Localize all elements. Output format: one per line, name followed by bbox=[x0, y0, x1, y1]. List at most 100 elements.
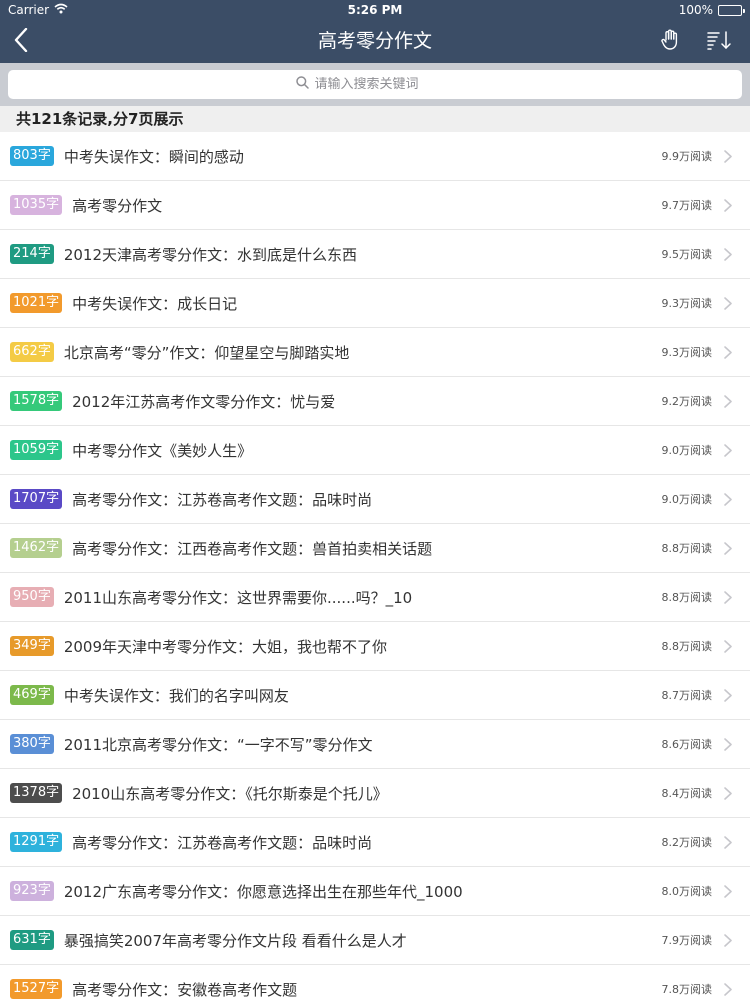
chevron-right-icon bbox=[724, 345, 736, 359]
chevron-right-icon bbox=[724, 982, 736, 996]
carrier-label: Carrier bbox=[8, 3, 50, 17]
read-count: 9.3万阅读 bbox=[661, 297, 713, 310]
essay-title: 高考零分作文 bbox=[72, 196, 163, 215]
word-count-badge: 1291字 bbox=[10, 832, 63, 852]
essay-title: 中考失误作文：瞬间的感动 bbox=[63, 147, 244, 166]
list-item[interactable]: 349字 2009年天津中考零分作文：大姐，我也帮不了你 8.8万阅读 bbox=[0, 622, 750, 671]
list-item[interactable]: 380字 2011北京高考零分作文：“一字不写”零分作文 8.6万阅读 bbox=[0, 720, 750, 769]
chevron-right-icon bbox=[724, 149, 736, 163]
essay-title: 2009年天津中考零分作文：大姐，我也帮不了你 bbox=[63, 637, 388, 656]
list-item[interactable]: 1578字 2012年江苏高考作文零分作文：忧与爱 9.2万阅读 bbox=[0, 377, 750, 426]
list-item[interactable]: 1527字 高考零分作文：安徽卷高考作文题 7.8万阅读 bbox=[0, 965, 750, 1000]
list-item[interactable]: 1035字 高考零分作文 9.7万阅读 bbox=[0, 181, 750, 230]
read-count: 8.6万阅读 bbox=[661, 738, 713, 751]
word-count-badge: 1462字 bbox=[10, 538, 63, 558]
list-item[interactable]: 631字 暴强搞笑2007年高考零分作文片段 看看什么是人才 7.9万阅读 bbox=[0, 916, 750, 965]
word-count-badge: 1035字 bbox=[10, 195, 63, 215]
essay-title: 2011山东高考零分作文：这世界需要你......吗？_10 bbox=[63, 588, 413, 607]
read-count: 8.2万阅读 bbox=[661, 836, 713, 849]
chevron-right-icon bbox=[724, 394, 736, 408]
status-right: 100% bbox=[678, 3, 745, 17]
battery-percent: 100% bbox=[678, 3, 713, 17]
read-count: 9.5万阅读 bbox=[661, 248, 713, 261]
chevron-right-icon bbox=[724, 737, 736, 751]
wifi-icon bbox=[54, 3, 68, 17]
read-count: 9.0万阅读 bbox=[661, 444, 713, 457]
word-count-badge: 1707字 bbox=[10, 489, 63, 509]
word-count-badge: 1378字 bbox=[10, 783, 63, 803]
record-summary: 共121条记录,分7页展示 bbox=[0, 106, 750, 132]
list-item[interactable]: 803字 中考失误作文：瞬间的感动 9.9万阅读 bbox=[0, 132, 750, 181]
chevron-right-icon bbox=[724, 443, 736, 457]
back-button[interactable] bbox=[14, 26, 50, 58]
word-count-badge: 923字 bbox=[10, 881, 54, 901]
word-count-badge: 469字 bbox=[10, 685, 54, 705]
battery-icon bbox=[718, 4, 745, 16]
essay-title: 暴强搞笑2007年高考零分作文片段 看看什么是人才 bbox=[63, 931, 407, 950]
hand-icon bbox=[660, 29, 680, 55]
read-count: 8.8万阅读 bbox=[661, 542, 713, 555]
list-item[interactable]: 1291字 高考零分作文：江苏卷高考作文题：品味时尚 8.2万阅读 bbox=[0, 818, 750, 867]
read-count: 8.0万阅读 bbox=[661, 885, 713, 898]
word-count-badge: 1059字 bbox=[10, 440, 63, 460]
chevron-right-icon bbox=[724, 590, 736, 604]
sort-icon bbox=[707, 30, 733, 54]
hand-button[interactable] bbox=[654, 26, 686, 58]
list-item[interactable]: 923字 2012广东高考零分作文：你愿意选择出生在那些年代_1000 8.0万阅读 bbox=[0, 867, 750, 916]
navigation-bar: 高考零分作文 bbox=[0, 20, 750, 63]
read-count: 8.8万阅读 bbox=[661, 591, 713, 604]
search-icon bbox=[295, 76, 309, 93]
essay-title: 北京高考“零分”作文：仰望星空与脚踏实地 bbox=[63, 343, 350, 362]
read-count: 8.8万阅读 bbox=[661, 640, 713, 653]
chevron-right-icon bbox=[724, 639, 736, 653]
essay-title: 高考零分作文：江西卷高考作文题：兽首拍卖相关话题 bbox=[72, 539, 433, 558]
read-count: 9.2万阅读 bbox=[661, 395, 713, 408]
search-box[interactable] bbox=[8, 70, 742, 99]
word-count-badge: 214字 bbox=[10, 244, 54, 264]
essay-title: 高考零分作文：江苏卷高考作文题：品味时尚 bbox=[72, 490, 373, 509]
read-count: 9.9万阅读 bbox=[661, 150, 713, 163]
read-count: 9.3万阅读 bbox=[661, 346, 713, 359]
search-input[interactable] bbox=[314, 77, 455, 92]
chevron-right-icon bbox=[724, 835, 736, 849]
list-item[interactable]: 214字 2012天津高考零分作文：水到底是什么东西 9.5万阅读 bbox=[0, 230, 750, 279]
list-item[interactable]: 662字 北京高考“零分”作文：仰望星空与脚踏实地 9.3万阅读 bbox=[0, 328, 750, 377]
list-item[interactable]: 1059字 中考零分作文《美妙人生》 9.0万阅读 bbox=[0, 426, 750, 475]
word-count-badge: 1021字 bbox=[10, 293, 63, 313]
essay-title: 高考零分作文：江苏卷高考作文题：品味时尚 bbox=[72, 833, 373, 852]
list-item[interactable]: 1378字 2010山东高考零分作文：《托尔斯泰是个托儿》 8.4万阅读 bbox=[0, 769, 750, 818]
chevron-right-icon bbox=[724, 198, 736, 212]
sort-button[interactable] bbox=[702, 26, 738, 58]
essay-title: 2010山东高考零分作文：《托尔斯泰是个托儿》 bbox=[72, 784, 388, 803]
list-item[interactable]: 1707字 高考零分作文：江苏卷高考作文题：品味时尚 9.0万阅读 bbox=[0, 475, 750, 524]
word-count-badge: 631字 bbox=[10, 930, 54, 950]
word-count-badge: 1578字 bbox=[10, 391, 63, 411]
essay-title: 2012年江苏高考作文零分作文：忧与爱 bbox=[72, 392, 336, 411]
search-bar bbox=[0, 63, 750, 106]
chevron-right-icon bbox=[724, 492, 736, 506]
status-left: Carrier bbox=[8, 3, 68, 17]
page-title: 高考零分作文 bbox=[317, 30, 432, 52]
chevron-left-icon bbox=[14, 27, 28, 56]
chevron-right-icon bbox=[724, 247, 736, 261]
essay-title: 2011北京高考零分作文：“一字不写”零分作文 bbox=[63, 735, 373, 754]
chevron-right-icon bbox=[724, 296, 736, 310]
word-count-badge: 1527字 bbox=[10, 979, 63, 999]
status-time: 5:26 PM bbox=[347, 3, 403, 17]
chevron-right-icon bbox=[724, 884, 736, 898]
essay-list: 803字 中考失误作文：瞬间的感动 9.9万阅读 1035字 高考零分作文 9.7万阅读 2… bbox=[0, 132, 750, 1000]
word-count-badge: 662字 bbox=[10, 342, 54, 362]
essay-title: 高考零分作文：安徽卷高考作文题 bbox=[72, 980, 298, 999]
chevron-right-icon bbox=[724, 786, 736, 800]
read-count: 9.0万阅读 bbox=[661, 493, 713, 506]
chevron-right-icon bbox=[724, 541, 736, 555]
read-count: 8.7万阅读 bbox=[661, 689, 713, 702]
list-item[interactable]: 469字 中考失误作文：我们的名字叫网友 8.7万阅读 bbox=[0, 671, 750, 720]
list-item[interactable]: 950字 2011山东高考零分作文：这世界需要你......吗？_10 8.8万阅读 bbox=[0, 573, 750, 622]
list-item[interactable]: 1462字 高考零分作文：江西卷高考作文题：兽首拍卖相关话题 8.8万阅读 bbox=[0, 524, 750, 573]
word-count-badge: 349字 bbox=[10, 636, 54, 656]
read-count: 7.8万阅读 bbox=[661, 983, 713, 996]
status-bar: Carrier 5:26 PM 100% bbox=[0, 0, 750, 20]
list-item[interactable]: 1021字 中考失误作文：成长日记 9.3万阅读 bbox=[0, 279, 750, 328]
word-count-badge: 380字 bbox=[10, 734, 54, 754]
